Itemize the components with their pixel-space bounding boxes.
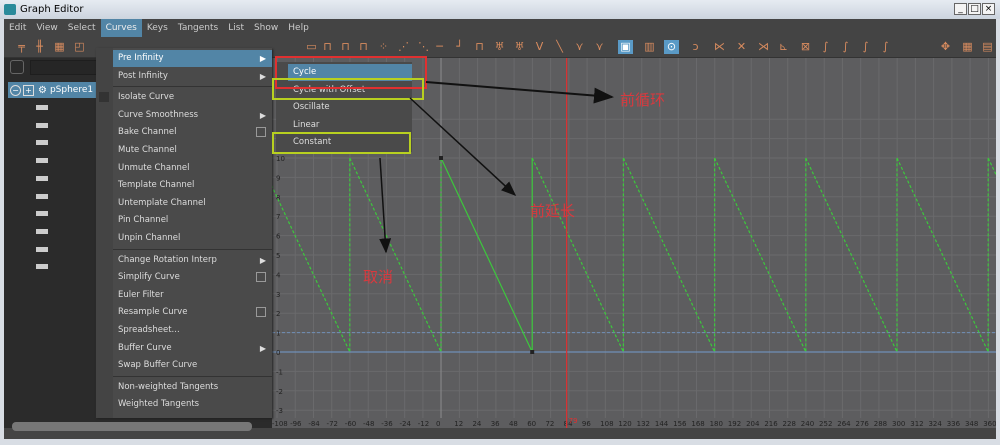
arrow-constant (379, 157, 392, 254)
annotation-linear: 前延长 (530, 202, 576, 220)
arrow-cycle (425, 81, 614, 104)
annotation-constant: 取消 (363, 268, 394, 286)
highlight-box-constant (272, 132, 411, 154)
annotation-layer (272, 56, 614, 254)
arrow-offset (409, 97, 517, 197)
annotation-cycle: 前循环 (620, 91, 666, 109)
highlight-box-cycle (275, 56, 427, 89)
